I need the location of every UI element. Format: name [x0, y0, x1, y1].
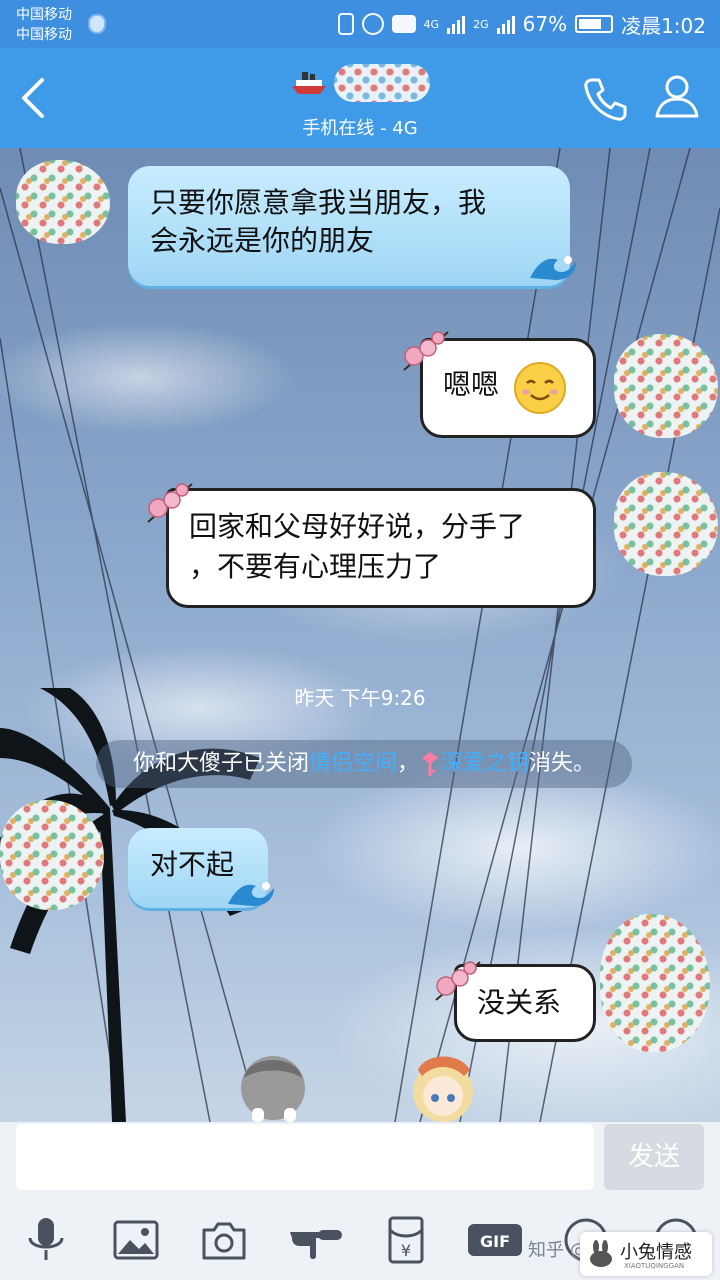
- carrier-1: 中国移动: [16, 7, 72, 23]
- blossom-decoration-icon: [403, 331, 449, 371]
- signal-icon: [447, 14, 466, 34]
- shield-icon: [88, 14, 106, 34]
- my-avatar[interactable]: [614, 334, 718, 438]
- microphone-icon[interactable]: [22, 1216, 70, 1264]
- status-indicators: 4G 2G 67% 凌晨1:02: [337, 8, 706, 40]
- site-logo: 小兔情感 XIAOTUQINGGAN: [580, 1232, 712, 1276]
- send-button[interactable]: 发送: [604, 1124, 704, 1190]
- message-bubble-outgoing[interactable]: 回家和父母好好说，分手了 ，不要有心理压力了: [166, 488, 596, 608]
- message-line: 只要你愿意拿我当朋友，我: [150, 186, 487, 219]
- contact-name-blurred: [333, 64, 430, 102]
- watermark: 知乎 @: [528, 1240, 588, 1261]
- logo-subtitle: XIAOTUQINGGAN: [624, 1262, 685, 1270]
- hd-icon: [391, 15, 416, 33]
- signal-icon: [496, 14, 515, 34]
- peeking-character-icon: [413, 1056, 473, 1122]
- pointing-hand-icon[interactable]: [288, 1216, 344, 1264]
- camera-icon[interactable]: [200, 1216, 248, 1264]
- key-icon: [422, 752, 438, 776]
- time-separator: 昨天 下午9:26: [294, 686, 426, 710]
- message-bubble-incoming[interactable]: 只要你愿意拿我当朋友，我 会永远是你的朋友: [128, 166, 570, 286]
- clock: 凌晨1:02: [621, 13, 706, 38]
- network-2-label: 2G: [473, 17, 489, 31]
- chat-area[interactable]: 只要你愿意拿我当朋友，我 会永远是你的朋友 嗯嗯 回家和父母好好说，分手了 ，不…: [0, 148, 720, 1122]
- notice-text: 你和大傻子已关闭: [132, 751, 309, 776]
- alarm-icon: [361, 13, 384, 35]
- message-line: ，不要有心理压力了: [189, 550, 442, 583]
- phone-icon[interactable]: [580, 74, 630, 124]
- message-input[interactable]: [16, 1124, 594, 1190]
- message-line: 没关系: [477, 986, 562, 1019]
- gif-icon[interactable]: GIF: [466, 1216, 524, 1264]
- couple-space-link[interactable]: 情侣空间: [309, 751, 397, 776]
- peeking-character-icon: [241, 1056, 305, 1122]
- logo-title: 小兔情感: [620, 1242, 692, 1263]
- contact-avatar[interactable]: [16, 160, 110, 244]
- red-packet-icon[interactable]: ¥: [382, 1216, 430, 1264]
- battery-percent: 67%: [522, 12, 568, 36]
- status-bar: 中国移动 中国移动 4G 2G 67% 凌晨1:02: [0, 0, 720, 48]
- smile-emoji-icon: [514, 362, 566, 414]
- contact-avatar[interactable]: [0, 800, 104, 910]
- vibrate-icon: [337, 13, 354, 35]
- carrier-2: 中国移动: [16, 27, 72, 43]
- blossom-decoration-icon: [147, 483, 193, 523]
- my-avatar[interactable]: [614, 472, 718, 576]
- composer: 发送: [0, 1122, 720, 1202]
- wave-decoration-icon: [228, 882, 274, 906]
- message-line: 会永远是你的朋友: [150, 224, 375, 257]
- network-1-label: 4G: [423, 17, 440, 31]
- love-key-link[interactable]: 深爱之钥: [441, 751, 529, 776]
- notice-text: 消失。: [529, 751, 596, 776]
- svg-text:GIF: GIF: [480, 1232, 510, 1251]
- blossom-decoration-icon: [435, 961, 481, 1001]
- rabbit-logo-icon: [590, 1240, 612, 1267]
- my-avatar[interactable]: [600, 914, 710, 1052]
- image-icon[interactable]: [112, 1216, 160, 1264]
- wave-decoration-icon: [530, 256, 576, 280]
- user-icon[interactable]: [652, 70, 702, 120]
- ship-icon: [292, 72, 327, 94]
- chat-header: 手机在线 - 4G: [0, 48, 720, 148]
- notice-text: ，: [396, 751, 419, 776]
- system-notice: 你和大傻子已关闭情侣空间， 深爱之钥消失。: [96, 740, 632, 788]
- svg-text:¥: ¥: [401, 1241, 411, 1260]
- battery-icon: [575, 15, 614, 33]
- message-line: 回家和父母好好说，分手了: [189, 510, 526, 543]
